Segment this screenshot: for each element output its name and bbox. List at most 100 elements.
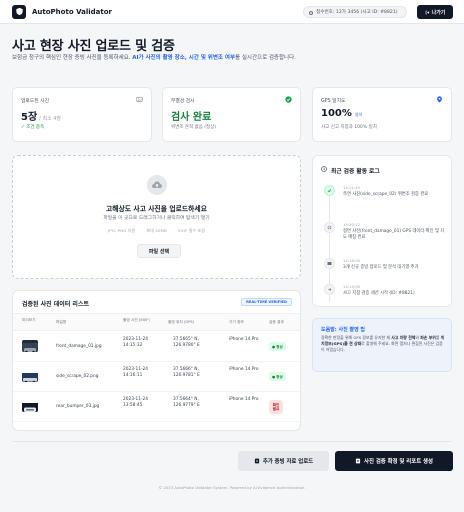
- status-badge: 확인 필요: [269, 400, 283, 414]
- desc-highlight: AI가 사진의 촬영 장소, 시간 및 위변조 여부: [132, 55, 236, 61]
- check-icon: ●: [272, 374, 276, 379]
- help-box: 도움말: 사진 촬영 팁 정확한 판정을 위해 GPS 정보를 유지한 채 사고…: [312, 318, 452, 372]
- add-evidence-button[interactable]: 추가 증빙 자료 업로드: [238, 451, 329, 471]
- column-header: 촬영 위치 (GPS): [168, 320, 195, 324]
- column-header: 기기 정보: [229, 320, 244, 324]
- status-badge: ● 정상: [269, 342, 286, 351]
- logout-button[interactable]: 나가기: [417, 5, 453, 19]
- stat-card-gps: GPS 일치도 100% 일치 사고 신고 지점과 100% 일치: [312, 87, 452, 142]
- user-icon: [309, 11, 313, 15]
- upload-dropzone[interactable]: 고해상도 사고 사진을 업로드하세요 파일을 이 곳으로 드래그하거나 클릭하여…: [12, 155, 301, 279]
- log-time: 14:21:45: [343, 185, 361, 190]
- login-icon: [324, 284, 335, 295]
- confirm-report-label: 사진 검증 확정 및 리포트 생성: [364, 459, 433, 465]
- clock-icon: [321, 166, 327, 172]
- shield-logo-icon: [12, 4, 26, 19]
- stat-label: GPS 일치도: [321, 99, 346, 104]
- app-title: AutoPhoto Validator: [32, 7, 112, 16]
- gps-match-tag: 일치: [354, 112, 363, 117]
- verified-photo-table: 검증된 사진 데이터 리스트 REAL-TIME VERIFIED 미리보기 파…: [12, 290, 301, 431]
- stat-card-uploads: 업로드된 사진 5장 / 최소 4장 ✓ 조건 충족: [12, 87, 152, 142]
- realtime-badge: REAL-TIME VERIFIED: [241, 298, 292, 306]
- file-name: front_damage_01.jpg: [56, 344, 102, 349]
- gps-coordinates: 37.5664° N, 126.9779° E: [173, 397, 200, 408]
- capture-time: 2023-11-24 13:58:45: [123, 397, 148, 408]
- device-info: iPhone 14 Pro: [229, 337, 259, 342]
- capture-time: 2023-11-24 14:15:32: [123, 337, 148, 348]
- table-header: 미리보기 파일명 촬영 시간 (EXIF) 촬영 위치 (GPS) 기기 정보 …: [13, 313, 300, 331]
- device-info: iPhone 14 Pro: [229, 397, 259, 402]
- car-front-thumbnail: [22, 340, 38, 352]
- status-text: 정상: [276, 344, 283, 349]
- upload-max-size: 최대 20MB: [146, 228, 167, 233]
- top-bar: AutoPhoto Validator 접수번호: 12가 3456 (사고 I…: [0, 0, 464, 24]
- stat-value-suffix: / 최소 4장: [39, 116, 62, 122]
- upload-format: JPG, PNG 지원: [107, 228, 136, 233]
- column-header: 촬영 시간 (EXIF): [123, 318, 150, 322]
- check-icon: ●: [272, 344, 276, 349]
- file-name: side_scrape_02.png: [56, 374, 99, 379]
- stat-value-text: 5장: [21, 112, 38, 123]
- upload-exif: EXIF 필수 포함: [178, 228, 206, 233]
- gps-coordinates: 37.5665° N, 126.9780° E: [173, 337, 200, 348]
- column-header: 검증 결과: [269, 320, 284, 324]
- help-bold: 사고 차량 전체: [391, 335, 416, 340]
- check-icon: [324, 185, 335, 196]
- car-side-thumbnail: [22, 370, 38, 382]
- stat-card-integrity: 무결성 검사 검사 완료 위변조 흔적 없음 (정상): [162, 87, 301, 142]
- stat-value: 검사 완료: [171, 112, 212, 123]
- activity-log: 최근 검증 활동 로그 14:21:45 측면 사진(side_scrape_0…: [312, 155, 452, 307]
- column-header: 파일명: [56, 320, 67, 324]
- exit-icon: [425, 10, 430, 14]
- status-badge: ● 정상: [269, 372, 286, 381]
- divider: [12, 441, 452, 442]
- device-info: iPhone 14 Pro: [229, 367, 259, 372]
- check-circle-icon: [285, 96, 292, 103]
- stat-sub: ✓ 조건 충족: [21, 125, 45, 130]
- stat-label: 무결성 검사: [171, 99, 195, 104]
- table-row[interactable]: front_damage_01.jpg 2023-11-24 14:15:32 …: [13, 332, 300, 362]
- report-icon: [355, 458, 361, 464]
- case-id-chip: 접수번호: 12가 3456 (사고 ID: #8821): [303, 6, 407, 18]
- log-title: 최근 검증 활동 로그: [331, 169, 380, 175]
- log-time: 14:20:12: [343, 222, 361, 227]
- stat-value-text: 100%: [321, 108, 352, 119]
- pin-icon: [437, 96, 442, 103]
- upload-title: 고해상도 사고 사진을 업로드하세요: [106, 205, 207, 213]
- add-evidence-label: 추가 증빙 자료 업로드: [262, 459, 314, 465]
- status-text: 정상: [276, 374, 283, 379]
- help-title: 도움말: 사진 촬영 팁: [321, 327, 366, 333]
- car-rear-thumbnail: [22, 400, 38, 412]
- image-icon: [136, 97, 143, 102]
- stat-sub: 사고 신고 지점과 100% 일치: [321, 125, 377, 130]
- log-text: 정면 사진(front_damage_01) GPS 데이터 확인 및 지도 매…: [343, 229, 445, 240]
- log-time: 14:15:00: [343, 284, 361, 289]
- case-id-text: 접수번호: 12가 3456 (사고 ID: #8821): [316, 10, 398, 15]
- logout-label: 나가기: [431, 9, 446, 16]
- capture-time: 2023-11-24 14:16:11: [123, 367, 148, 378]
- select-file-button[interactable]: 파일 선택: [137, 244, 181, 258]
- log-text: 사고 지점 검증 세션 시작 (ID: #8821): [343, 291, 415, 296]
- confirm-report-button[interactable]: 사진 검증 확정 및 리포트 생성: [335, 451, 453, 471]
- cloud-upload-icon: [147, 175, 167, 195]
- page-description: 보험금 청구의 핵심인 현장 증빙 사진을 등록하세요. AI가 사진의 촬영 …: [12, 54, 302, 63]
- location-icon: [324, 222, 335, 233]
- file-name: rear_bumper_03.jpg: [56, 404, 100, 409]
- help-text: 정확한 판정을 위해 GPS 정보를 유지한 채: [321, 335, 392, 340]
- desc-text: 보험금 청구의 핵심인 현장 증빙 사진을 등록하세요.: [12, 55, 133, 61]
- log-text: 측면 사진(side_scrape_02) 위변조 검증 완료: [343, 192, 429, 197]
- desc-text-end: 를 실시간으로 검증합니다.: [235, 55, 296, 61]
- copyright: © 2023 AutoPhoto Validator System. Power…: [158, 485, 306, 490]
- page-title: 사고 현장 사진 업로드 및 검증: [12, 39, 175, 54]
- help-bold: 파손 부위: [420, 335, 436, 340]
- table-row[interactable]: rear_bumper_03.jpg 2023-11-24 13:58:45 3…: [13, 392, 300, 422]
- image-icon: [324, 258, 335, 269]
- stat-sub: 위변조 흔적 없음 (정상): [171, 125, 217, 130]
- table-row[interactable]: side_scrape_02.png 2023-11-24 14:16:11 3…: [13, 362, 300, 392]
- stat-value: 5장 / 최소 4장: [21, 108, 61, 123]
- gps-coordinates: 37.5666° N, 126.9781° E: [173, 367, 200, 378]
- document-plus-icon: [254, 458, 259, 464]
- column-header: 미리보기: [22, 318, 36, 322]
- stat-value: 100% 일치: [321, 108, 362, 119]
- table-title: 검증된 사진 데이터 리스트: [22, 301, 89, 308]
